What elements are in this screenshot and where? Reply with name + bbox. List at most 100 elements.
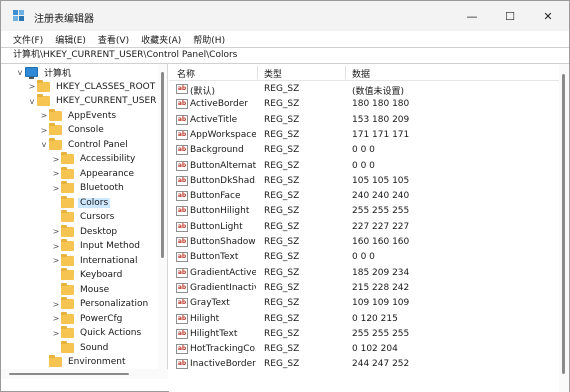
tree-item-bluetooth[interactable]: > Bluetooth — [51, 181, 167, 196]
value-data: 255 255 255 — [352, 328, 410, 339]
string-value-icon: ab — [176, 145, 188, 156]
collapse-icon[interactable]: v — [39, 140, 49, 150]
tree-item-keyboard[interactable]: Keyboard — [51, 268, 167, 283]
tree-item-accessibility[interactable]: > Accessibility — [51, 152, 167, 167]
tree-item-powercfg[interactable]: > PowerCfg — [51, 311, 167, 327]
tree-item-desktop[interactable]: > Desktop — [51, 224, 167, 240]
expand-icon[interactable]: > — [51, 299, 61, 309]
value-row[interactable]: ab Background REG_SZ 0 0 0 — [169, 143, 559, 158]
value-type: REG_SZ — [264, 237, 300, 247]
expand-icon[interactable]: > — [51, 227, 61, 237]
tree-item-hkey-classes-root[interactable]: > HKEY_CLASSES_ROOT — [27, 79, 167, 95]
value-row[interactable]: ab GrayText REG_SZ 109 109 109 — [169, 296, 559, 311]
list-header: 名称 类型 数据 — [169, 64, 569, 81]
value-name: ActiveTitle — [190, 114, 238, 125]
menu-help[interactable]: 帮助(H) — [187, 33, 231, 46]
value-row[interactable]: ab ButtonShadow REG_SZ 160 160 160 — [169, 235, 559, 250]
tree-item-quick-actions[interactable]: > Quick Actions — [51, 326, 167, 341]
close-button[interactable]: ✕ — [529, 1, 567, 31]
tree-item-cursors[interactable]: Cursors — [51, 210, 167, 225]
maximize-button[interactable]: ☐ — [491, 1, 529, 31]
expand-icon[interactable]: > — [51, 183, 61, 193]
expand-icon[interactable]: > — [39, 125, 49, 135]
value-name: ButtonHilight — [190, 206, 250, 217]
value-row[interactable]: ab HilightText REG_SZ 255 255 255 — [169, 327, 559, 342]
value-row[interactable]: abGradientActive... REG_SZ 185 209 234 — [169, 266, 559, 281]
folder-icon — [61, 297, 74, 310]
tree-vertical-scrollbar[interactable] — [158, 64, 167, 369]
scrollbar-thumb[interactable] — [9, 373, 129, 375]
folder-icon — [49, 108, 62, 121]
tree-item-computer[interactable]: v 计算机 — [15, 65, 167, 80]
menu-file[interactable]: 文件(F) — [1, 33, 49, 46]
tree-item-hkey-current-user[interactable]: v HKEY_CURRENT_USER — [27, 94, 167, 109]
value-row[interactable]: ab ButtonText REG_SZ 0 0 0 — [169, 250, 559, 265]
title-bar[interactable]: 注册表编辑器 — ☐ ✕ — [1, 1, 569, 31]
value-row[interactable]: ab Hilight REG_SZ 0 120 215 — [169, 312, 559, 327]
value-row[interactable]: abHotTrackingCo... REG_SZ 0 102 204 — [169, 342, 559, 357]
list-vertical-scrollbar[interactable] — [559, 64, 569, 392]
expand-icon[interactable]: > — [27, 82, 37, 92]
tree-item-control-panel[interactable]: v Control Panel — [39, 137, 167, 153]
value-row[interactable]: abButtonAlternat... REG_SZ 0 0 0 — [169, 159, 559, 174]
string-value-icon: ab — [176, 267, 188, 278]
column-divider[interactable] — [257, 66, 258, 79]
value-data: 109 109 109 — [352, 298, 410, 309]
address-bar[interactable]: 计算机\HKEY_CURRENT_USER\Control Panel\Colo… — [1, 47, 569, 64]
value-data: (数值未设置) — [352, 87, 405, 97]
value-row[interactable]: ab (默认) REG_SZ (数值未设置) — [169, 82, 559, 97]
column-divider[interactable] — [345, 66, 346, 79]
value-row[interactable]: ab AppWorkspace REG_SZ 171 171 171 — [169, 128, 559, 143]
tree-item-environment[interactable]: Environment — [39, 355, 167, 369]
value-name: GradientActive... — [190, 267, 256, 278]
expand-icon[interactable]: > — [51, 241, 61, 251]
expand-icon[interactable]: > — [51, 154, 61, 164]
value-row[interactable]: ab ActiveBorder REG_SZ 180 180 180 — [169, 97, 559, 112]
expand-icon[interactable]: > — [51, 328, 61, 338]
value-name: AppWorkspace — [190, 129, 256, 140]
value-row[interactable]: abGradientInactiv... REG_SZ 215 228 242 — [169, 281, 559, 296]
tree-item-mouse[interactable]: Mouse — [51, 282, 167, 298]
menu-edit[interactable]: 编辑(E) — [49, 33, 92, 46]
minimize-button[interactable]: — — [453, 1, 491, 31]
expand-icon[interactable]: > — [39, 111, 49, 121]
tree-item-personalization[interactable]: > Personalization — [51, 297, 167, 312]
tree-item-sound[interactable]: Sound — [51, 340, 167, 356]
tree-horizontal-scrollbar[interactable] — [1, 369, 168, 379]
value-row[interactable]: ab ButtonHilight REG_SZ 255 255 255 — [169, 204, 559, 219]
value-row[interactable]: ab ButtonLight REG_SZ 227 227 227 — [169, 220, 559, 235]
tree-item-input-method[interactable]: > Input Method — [51, 239, 167, 254]
expand-icon[interactable]: > — [51, 314, 61, 324]
value-row[interactable]: ab ButtonFace REG_SZ 240 240 240 — [169, 189, 559, 204]
tree-item-international[interactable]: > International — [51, 253, 167, 269]
column-header-type[interactable]: 类型 — [264, 67, 282, 80]
column-header-data[interactable]: 数据 — [352, 67, 370, 80]
value-row[interactable]: ab ActiveTitle REG_SZ 153 180 209 — [169, 113, 559, 128]
string-value-icon: ab — [176, 221, 188, 232]
expand-icon[interactable]: > — [51, 256, 61, 266]
tree-item-console[interactable]: > Console — [39, 123, 167, 138]
value-data: 180 180 180 — [352, 99, 410, 110]
key-tree[interactable]: v 计算机 > HKEY_CLASSES_ROOT v HKEY_CURRENT… — [1, 64, 168, 369]
value-row[interactable]: abButtonDkShad... REG_SZ 105 105 105 — [169, 174, 559, 189]
value-name: Background — [190, 145, 244, 156]
menu-favorites[interactable]: 收藏夹(A) — [135, 33, 187, 46]
string-value-icon: ab — [176, 237, 188, 247]
column-header-name[interactable]: 名称 — [177, 67, 195, 80]
values-list[interactable]: 名称 类型 数据 ab (默认) REG_SZ (数值未设置) ab ActiveBord… — [169, 64, 569, 392]
tree-item-appearance[interactable]: > Appearance — [51, 166, 167, 182]
collapse-icon[interactable]: v — [27, 96, 37, 106]
value-row[interactable]: ab InactiveBorder REG_SZ 244 247 252 — [169, 357, 559, 372]
expand-icon[interactable]: > — [51, 169, 61, 179]
value-type: REG_SZ — [264, 344, 300, 355]
string-value-icon: ab — [176, 160, 188, 171]
value-type: REG_SZ — [264, 206, 300, 217]
string-value-icon: ab — [176, 84, 188, 94]
menu-view[interactable]: 查看(V) — [92, 33, 135, 46]
scrollbar-thumb[interactable] — [161, 72, 164, 258]
collapse-icon[interactable]: v — [15, 67, 25, 77]
tree-item-colors[interactable]: Colors — [51, 195, 167, 211]
scrollbar-thumb[interactable] — [562, 74, 565, 374]
tree-item-appevents[interactable]: > AppEvents — [39, 108, 167, 124]
